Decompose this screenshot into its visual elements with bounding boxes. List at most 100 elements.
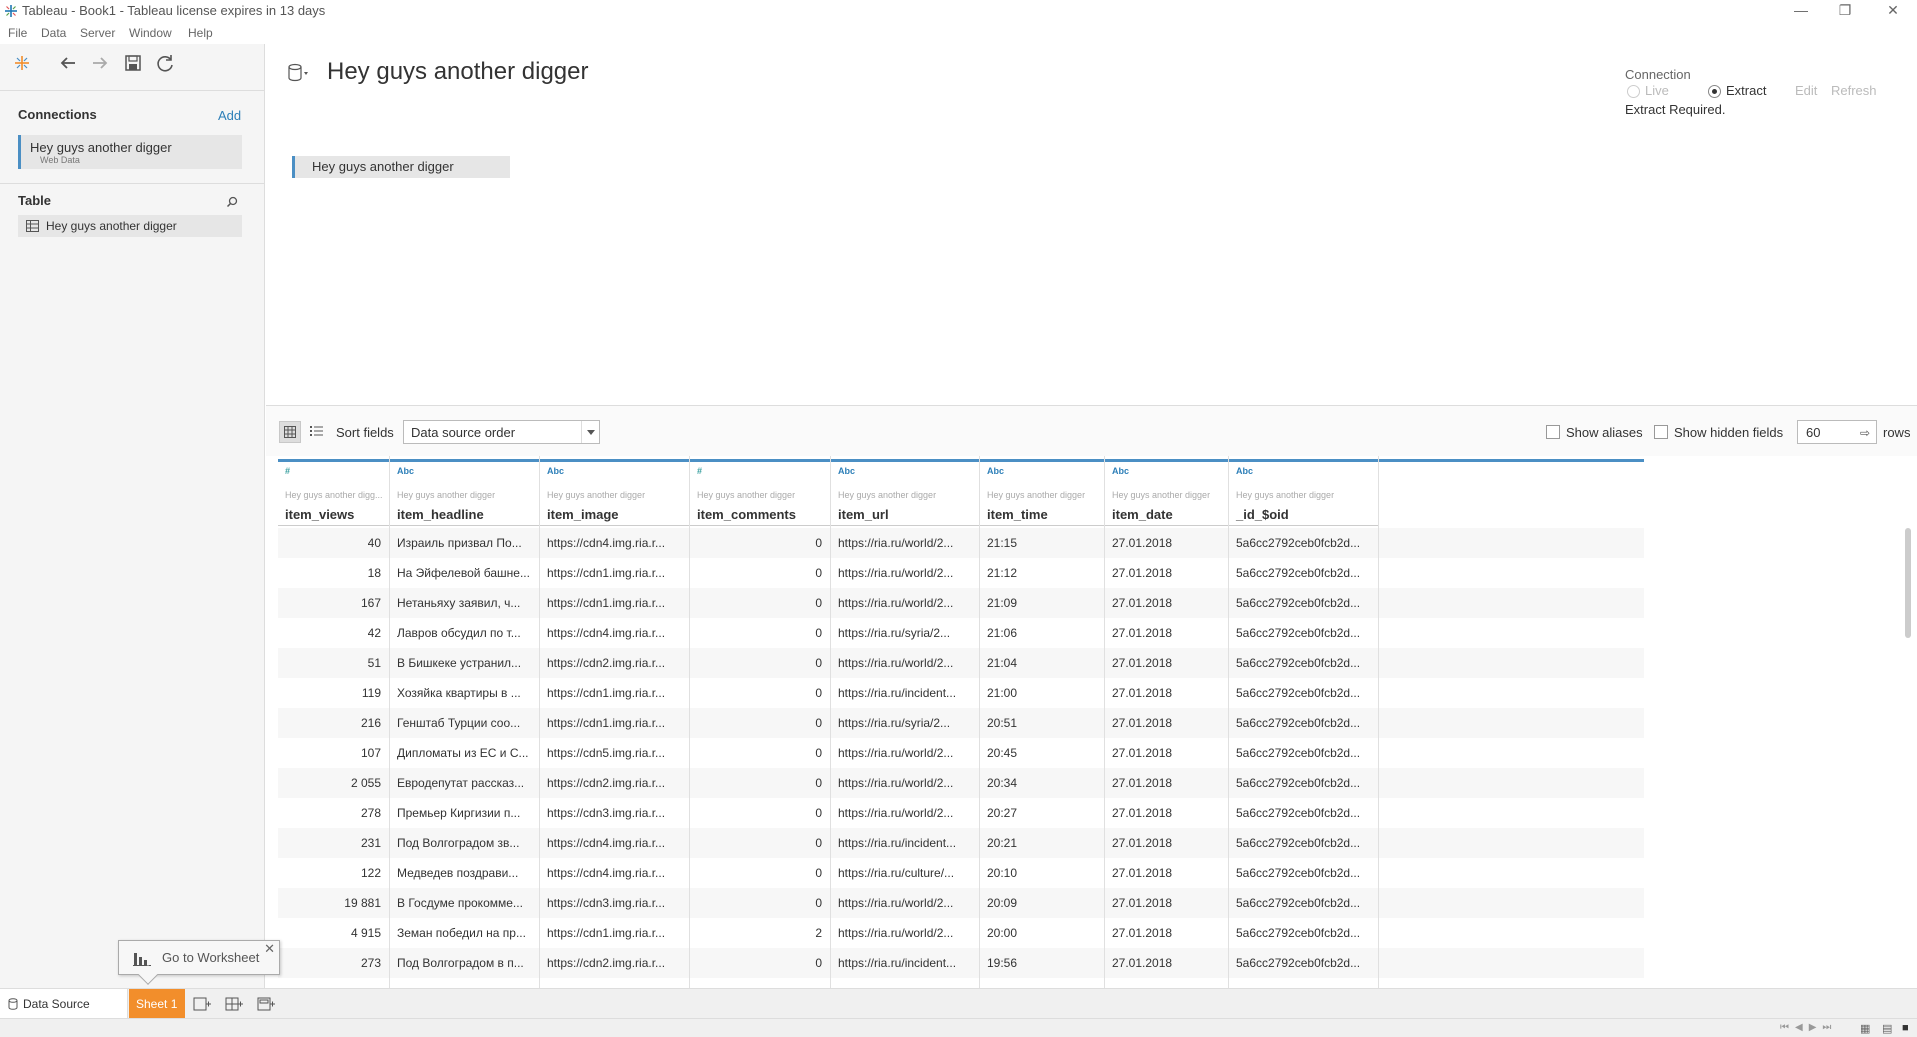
tab-data-source[interactable]: Data Source [0, 989, 128, 1019]
table-item[interactable]: Hey guys another digger [18, 215, 242, 237]
table-cell: 27.01.2018 [1112, 656, 1173, 670]
new-dashboard-icon[interactable] [224, 995, 244, 1013]
refresh-icon[interactable] [154, 52, 176, 74]
table-cell: 5a6cc2792ceb0fcb2d... [1236, 626, 1361, 640]
string-type-icon[interactable]: Abc [838, 466, 855, 476]
tab-sheet-1[interactable]: Sheet 1 [129, 989, 185, 1019]
refresh-link[interactable]: Refresh [1831, 83, 1877, 98]
column-source: Hey guys another digger [1112, 490, 1211, 500]
restore-icon[interactable]: ❐ [1823, 0, 1867, 22]
menu-server[interactable]: Server [80, 26, 115, 40]
column-name[interactable]: _id_$oid [1236, 507, 1289, 522]
new-story-icon[interactable] [256, 995, 276, 1013]
new-worksheet-icon[interactable] [192, 995, 212, 1013]
edit-link[interactable]: Edit [1795, 83, 1817, 98]
menu-window[interactable]: Window [129, 26, 172, 40]
table-cell: 21:04 [987, 656, 1018, 670]
column-name[interactable]: item_headline [397, 507, 484, 522]
arrow-right-icon[interactable]: ⇨ [1860, 426, 1870, 440]
menu-data[interactable]: Data [41, 26, 66, 40]
minimize-icon[interactable]: — [1779, 0, 1823, 22]
table-cell: Под Волгоградом в п... [397, 956, 524, 970]
column-header[interactable]: Abc Hey guys another digger item_image [540, 462, 689, 526]
table-cell: 0 [815, 566, 822, 580]
table-cell: 0 [815, 656, 822, 670]
column-name[interactable]: item_time [987, 507, 1048, 522]
sort-fields-select[interactable]: Data source order [403, 420, 600, 444]
show-aliases-checkbox[interactable] [1546, 425, 1560, 439]
back-icon[interactable] [57, 52, 79, 74]
close-icon[interactable]: ✕ [1871, 0, 1915, 22]
vertical-scrollbar[interactable] [1905, 528, 1911, 638]
string-type-icon[interactable]: Abc [1236, 466, 1253, 476]
column-header[interactable]: # Hey guys another digg... item_views [278, 462, 389, 526]
string-type-icon[interactable]: Abc [987, 466, 1004, 476]
column-header[interactable]: Abc Hey guys another digger item_date [1105, 462, 1228, 526]
string-type-icon[interactable]: Abc [547, 466, 564, 476]
table-cell: 20:45 [987, 746, 1018, 760]
table-cell: 21:06 [987, 626, 1018, 640]
window-title: Tableau - Book1 - Tableau license expire… [22, 3, 326, 18]
tabs-view-icon[interactable]: ■ [1902, 1022, 1909, 1034]
menu-bar: File Data Server Window Help [0, 22, 1917, 44]
list-view-button[interactable] [306, 421, 328, 443]
table-cell: 0 [815, 626, 822, 640]
table-cell: 216 [360, 716, 381, 730]
go-to-worksheet-tooltip[interactable]: Go to Worksheet ✕ [118, 940, 280, 985]
table-cell: 27.01.2018 [1112, 926, 1173, 940]
table-cell: 5a6cc2792ceb0fcb2d... [1236, 656, 1361, 670]
rows-input[interactable]: 60 ⇨ [1797, 420, 1877, 444]
number-type-icon[interactable]: # [697, 466, 702, 476]
column-name[interactable]: item_image [547, 507, 619, 522]
number-type-icon[interactable]: # [285, 466, 290, 476]
menu-help[interactable]: Help [188, 26, 213, 40]
table-cell: 5a6cc2792ceb0fcb2d... [1236, 836, 1361, 850]
column-source: Hey guys another digger [1236, 490, 1335, 500]
column-header[interactable]: # Hey guys another digger item_comments [690, 462, 830, 526]
table-cell: 5a6cc2792ceb0fcb2d... [1236, 806, 1361, 820]
forward-icon[interactable] [89, 52, 111, 74]
column-item-time: Abc Hey guys another digger item_time 21:15… [980, 456, 1105, 988]
datasource-icon[interactable] [287, 63, 309, 83]
column-name[interactable]: item_url [838, 507, 889, 522]
grid-view-button[interactable] [279, 421, 301, 443]
connection-name: Hey guys another digger [30, 140, 172, 155]
table-cell: 5a6cc2792ceb0fcb2d... [1236, 776, 1361, 790]
show-hidden-fields-label: Show hidden fields [1674, 425, 1784, 440]
live-radio[interactable] [1627, 85, 1640, 98]
table-cell: https://cdn2.img.ria.r... [547, 656, 666, 670]
table-item-label: Hey guys another digger [46, 219, 177, 233]
column-header[interactable]: Abc Hey guys another digger _id_$oid [1229, 462, 1378, 526]
filmstrip-icon[interactable]: ▤ [1882, 1022, 1892, 1035]
column-header[interactable]: Abc Hey guys another digger item_headline [390, 462, 539, 526]
sheet-sorter-icon[interactable]: ▦ [1860, 1022, 1870, 1035]
table-cell: 122 [360, 866, 381, 880]
extract-radio[interactable] [1708, 85, 1721, 98]
sheet-navigation-icons[interactable]: ⏮◀▶⏭ [1780, 1022, 1837, 1033]
string-type-icon[interactable]: Abc [1112, 466, 1129, 476]
add-connection-link[interactable]: Add [218, 108, 241, 123]
canvas-table-pill[interactable]: Hey guys another digger [292, 156, 510, 178]
save-icon[interactable] [122, 52, 144, 74]
column-header[interactable]: Abc Hey guys another digger item_time [980, 462, 1104, 526]
data-grid: # Hey guys another digg... item_views 40 18 1… [266, 456, 1917, 988]
column-item-headline: Abc Hey guys another digger item_headline И… [390, 456, 540, 988]
tab-data-source-label: Data Source [23, 997, 90, 1011]
table-cell: https://ria.ru/world/2... [838, 566, 954, 580]
tableau-start-icon[interactable] [12, 53, 32, 73]
column-name[interactable]: item_date [1112, 507, 1173, 522]
menu-file[interactable]: File [8, 26, 27, 40]
close-icon[interactable]: ✕ [264, 941, 275, 957]
column-header[interactable]: Abc Hey guys another digger item_url [831, 462, 979, 526]
table-cell: Хозяйка квартиры в ... [397, 686, 521, 700]
table-cell: 40 [367, 536, 381, 550]
search-icon[interactable] [226, 196, 238, 208]
table-cell: 27.01.2018 [1112, 836, 1173, 850]
connection-item[interactable]: Hey guys another digger Web Data [18, 135, 242, 169]
column-name[interactable]: item_comments [697, 507, 796, 522]
string-type-icon[interactable]: Abc [397, 466, 414, 476]
column-name[interactable]: item_views [285, 507, 354, 522]
datasource-title[interactable]: Hey guys another digger [327, 58, 589, 86]
table-cell: 21:00 [987, 686, 1018, 700]
show-hidden-fields-checkbox[interactable] [1654, 425, 1668, 439]
